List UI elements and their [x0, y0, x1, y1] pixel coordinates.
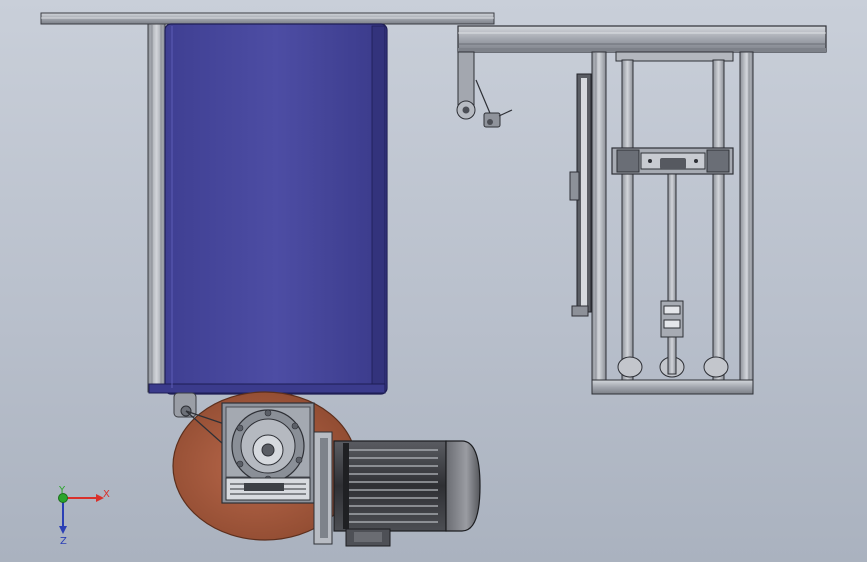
right-top-rail [457, 25, 827, 53]
blue-body-panel [148, 23, 388, 395]
x-axis-label: X [103, 489, 110, 500]
electric-motor [313, 431, 481, 547]
z-axis-label: Z [60, 536, 67, 547]
left-frame-post [147, 23, 166, 393]
hanging-arm [456, 51, 493, 120]
coordinate-triad: X Y Z [58, 485, 110, 547]
lift-carriage [611, 147, 734, 175]
worm-gearbox [221, 402, 315, 504]
cad-viewport[interactable]: X Y Z [0, 0, 867, 562]
y-axis-label: Y [58, 485, 66, 496]
limit-switch [483, 109, 513, 128]
side-rail-plate [569, 73, 592, 317]
top-mounting-plate [40, 12, 495, 25]
lead-screw [660, 173, 684, 375]
